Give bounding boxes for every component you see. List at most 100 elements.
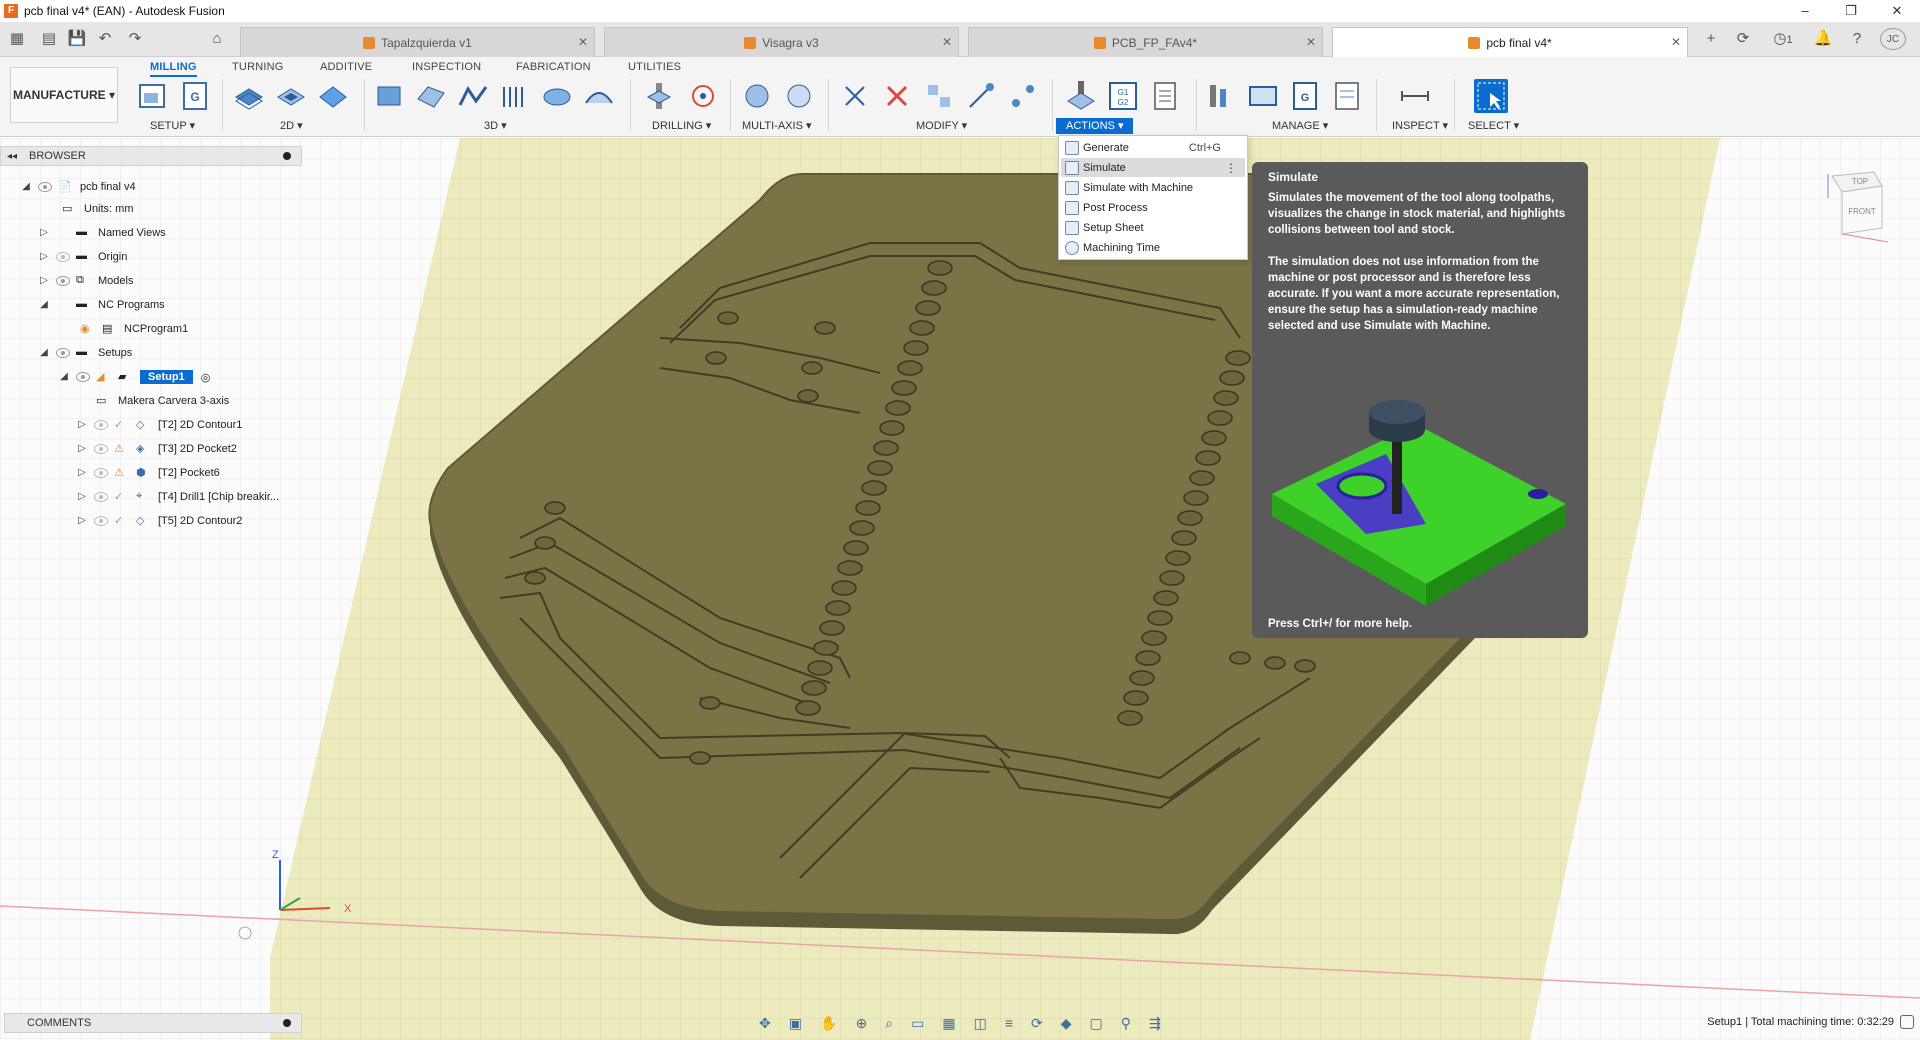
2d-adaptive-tool[interactable]: [232, 79, 266, 113]
inspect-group-label[interactable]: INSPECT ▾: [1392, 119, 1448, 132]
zoom-window-icon[interactable]: ⌕: [885, 1015, 893, 1032]
tab-tapalzquierda[interactable]: Tapalzquierda v1 ✕: [240, 27, 595, 57]
tool-library-tool[interactable]: [1204, 79, 1238, 113]
close-tab-icon[interactable]: ✕: [578, 35, 588, 49]
undo-icon[interactable]: ↶: [94, 28, 116, 50]
tab-additive[interactable]: ADDITIVE: [320, 61, 372, 73]
expand-triangle-icon[interactable]: ▷: [76, 443, 88, 455]
post-process-tool[interactable]: G1 G2: [1106, 79, 1140, 113]
visibility-eye-icon[interactable]: [56, 276, 70, 286]
tab-inspection[interactable]: INSPECTION: [412, 61, 481, 73]
post-library-tool[interactable]: G: [1288, 79, 1322, 113]
home-icon[interactable]: ⌂: [206, 28, 228, 50]
view-cube[interactable]: TOP FRONT: [1820, 168, 1890, 248]
tree-item-pocket2[interactable]: ▷ ⚠ ◈ [T3] 2D Pocket2: [76, 438, 237, 460]
notifications-bell-icon[interactable]: 🔔: [1812, 28, 1834, 50]
expand-triangle-icon[interactable]: ▷: [38, 227, 50, 239]
scallop-tool[interactable]: [540, 79, 574, 113]
measure-tool[interactable]: [1398, 79, 1432, 113]
tree-item-units[interactable]: ▭ Units: mm: [62, 198, 134, 220]
menu-item-post-process[interactable]: Post Process: [1061, 198, 1245, 217]
user-avatar[interactable]: JC: [1880, 28, 1906, 50]
collapse-panel-icon[interactable]: ◂◂: [7, 151, 21, 162]
visibility-eye-icon[interactable]: [56, 252, 70, 262]
panel-toggle-icon[interactable]: [1900, 1015, 1914, 1029]
shaded-view-icon[interactable]: ◆: [1061, 1015, 1072, 1032]
select-group-label[interactable]: SELECT ▾: [1468, 119, 1519, 132]
expand-triangle-icon[interactable]: ▷: [76, 491, 88, 503]
section-icon[interactable]: ≡: [1005, 1015, 1013, 1031]
drilling-group-label[interactable]: DRILLING ▾: [652, 119, 711, 132]
modify-tool-5[interactable]: [1006, 79, 1040, 113]
viewcube-top-label[interactable]: TOP: [1852, 177, 1868, 186]
tree-item-setups[interactable]: ◢ ▬ Setups: [38, 342, 132, 364]
pan-hand-icon[interactable]: ✋: [820, 1015, 837, 1032]
tree-item-ncprogram1[interactable]: ◉ ▤ NCProgram1: [80, 318, 188, 340]
template-library-tool[interactable]: [1330, 79, 1364, 113]
setup-sheet-tool[interactable]: [1148, 79, 1182, 113]
close-tab-icon[interactable]: ✕: [942, 35, 952, 49]
visibility-eye-icon[interactable]: [38, 182, 52, 192]
file-menu-icon[interactable]: ▤: [38, 28, 60, 50]
modify-group-label[interactable]: MODIFY ▾: [916, 119, 967, 132]
expand-triangle-icon[interactable]: ◢: [38, 299, 50, 311]
tree-item-setup1[interactable]: ◢ ◢ ▰ Setup1 ◎: [58, 366, 210, 388]
tab-visagra[interactable]: Visagra v3 ✕: [604, 27, 959, 57]
tree-item-nc-programs[interactable]: ◢ ▬ NC Programs: [38, 294, 164, 316]
modify-tool-3[interactable]: [922, 79, 956, 113]
3d-group-label[interactable]: 3D ▾: [484, 119, 507, 132]
minimize-button[interactable]: –: [1782, 0, 1828, 22]
tree-item-drill1[interactable]: ▷ ✓ ⌖ [T4] Drill1 [Chip breakir...: [76, 486, 279, 508]
tree-item-contour2[interactable]: ▷ ✓ ◇ [T5] 2D Contour2: [76, 510, 242, 532]
visibility-eye-icon[interactable]: [56, 348, 70, 358]
multi-axis-tool-2[interactable]: [782, 79, 816, 113]
tab-pcb-final[interactable]: pcb final v4* ✕: [1332, 27, 1688, 57]
new-setup-tool[interactable]: [136, 79, 170, 113]
visibility-eye-icon[interactable]: [76, 372, 90, 382]
comments-panel[interactable]: COMMENTS: [4, 1013, 302, 1033]
tree-item-models[interactable]: ▷ ⧉ Models: [38, 270, 133, 292]
menu-item-simulate[interactable]: Simulate ⋮: [1061, 158, 1245, 177]
modify-tool-2[interactable]: [880, 79, 914, 113]
tree-item-contour1[interactable]: ▷ ✓ ◇ [T2] 2D Contour1: [76, 414, 242, 436]
save-icon[interactable]: 💾: [66, 28, 88, 50]
visibility-eye-icon[interactable]: [94, 444, 108, 454]
toolpath-display-icon[interactable]: ⇶: [1149, 1015, 1161, 1032]
menu-item-simulate-with-machine[interactable]: Simulate with Machine: [1061, 178, 1245, 197]
help-icon[interactable]: ?: [1846, 28, 1868, 50]
visibility-eye-icon[interactable]: [94, 420, 108, 430]
machine-view-icon[interactable]: ⚲: [1121, 1015, 1131, 1032]
tree-item-machine[interactable]: ▭ Makera Carvera 3-axis: [96, 390, 229, 412]
expand-triangle-icon[interactable]: ◢: [20, 181, 32, 193]
manage-group-label[interactable]: MANAGE ▾: [1272, 119, 1328, 132]
machine-library-tool[interactable]: [1246, 79, 1280, 113]
maximize-button[interactable]: ❐: [1828, 0, 1874, 22]
tab-fabrication[interactable]: FABRICATION: [516, 61, 591, 73]
tab-milling[interactable]: MILLING: [150, 61, 197, 77]
hole-recognition-tool[interactable]: [686, 79, 720, 113]
look-at-icon[interactable]: ▣: [789, 1015, 802, 1032]
more-options-icon[interactable]: ⋮: [1225, 161, 1237, 175]
expand-triangle-icon[interactable]: ▷: [38, 275, 50, 287]
visibility-eye-icon[interactable]: [94, 516, 108, 526]
viewports-icon[interactable]: ◫: [974, 1015, 987, 1032]
zoom-icon[interactable]: ⊕: [855, 1015, 867, 1032]
visibility-eye-icon[interactable]: [94, 468, 108, 478]
modify-tool-1[interactable]: [838, 79, 872, 113]
tree-item-pocket6[interactable]: ▷ ⚠ ⬢ [T2] Pocket6: [76, 462, 220, 484]
menu-item-machining-time[interactable]: Machining Time: [1061, 238, 1245, 257]
nc-program-tool[interactable]: G: [178, 79, 212, 113]
close-window-button[interactable]: ✕: [1874, 0, 1920, 22]
panel-pin-icon[interactable]: [283, 152, 291, 160]
contour-tool[interactable]: [582, 79, 616, 113]
new-tab-icon[interactable]: +: [1700, 28, 1722, 50]
select-tool[interactable]: [1474, 79, 1508, 113]
setup-group-label[interactable]: SETUP ▾: [150, 119, 195, 132]
close-tab-icon[interactable]: ✕: [1306, 35, 1316, 49]
tab-pcb-fp-fa[interactable]: PCB_FP_FAv4* ✕: [968, 27, 1323, 57]
display-settings-icon[interactable]: ▭: [911, 1015, 924, 1032]
grid-settings-icon[interactable]: ▦: [942, 1015, 955, 1032]
camera-icon[interactable]: ▢: [1090, 1015, 1103, 1032]
multi-axis-tool-1[interactable]: [740, 79, 774, 113]
steep-shallow-tool[interactable]: [456, 79, 490, 113]
